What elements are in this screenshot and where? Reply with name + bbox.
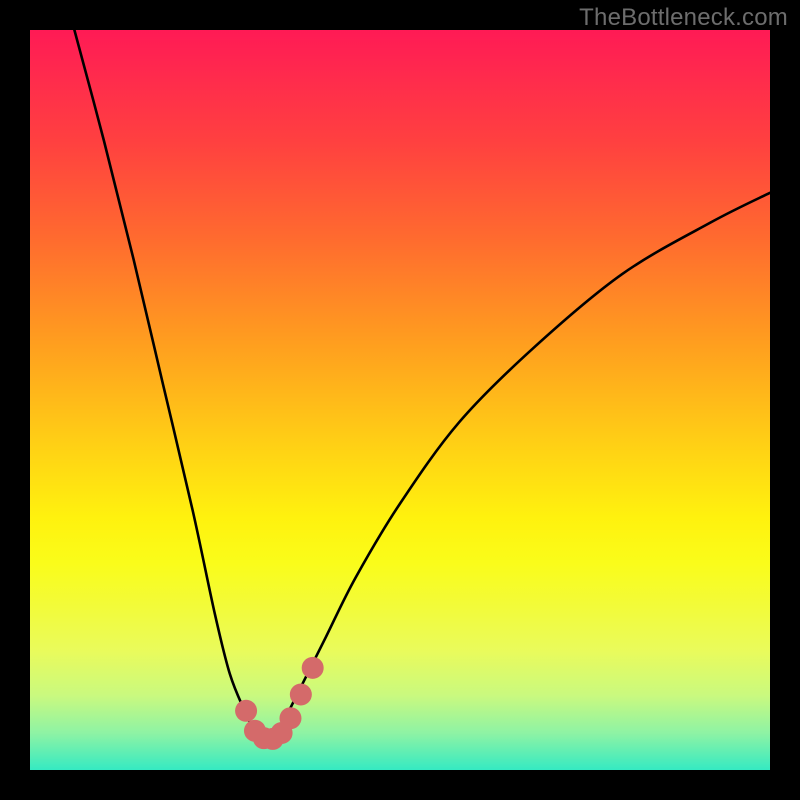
- plot-area: [30, 30, 770, 770]
- highlight-point: [235, 700, 257, 722]
- highlight-points: [235, 657, 324, 750]
- highlight-point: [290, 684, 312, 706]
- highlight-point: [302, 657, 324, 679]
- watermark-text: TheBottleneck.com: [579, 4, 788, 32]
- chart-frame: TheBottleneck.com: [0, 0, 800, 800]
- highlight-point: [279, 707, 301, 729]
- curve-svg: [30, 30, 770, 770]
- bottleneck-curve: [74, 30, 770, 741]
